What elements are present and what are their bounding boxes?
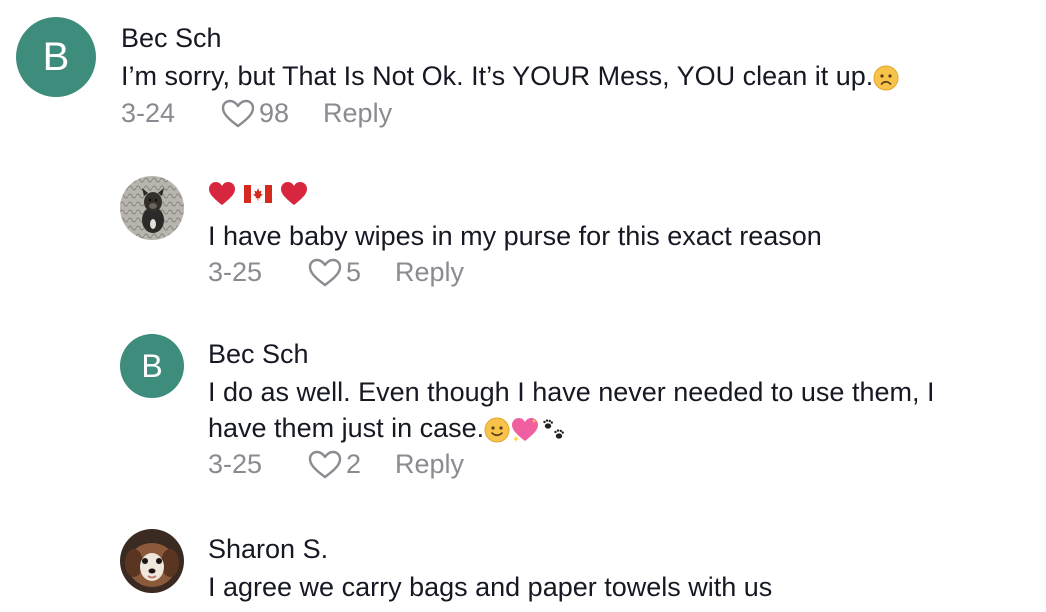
sparkling-heart-icon bbox=[510, 416, 540, 444]
avatar[interactable] bbox=[120, 529, 184, 593]
red-heart-icon bbox=[208, 181, 236, 207]
like-button[interactable]: 2 bbox=[308, 449, 361, 480]
comment-text-line: I do as well. Even though I have never n… bbox=[208, 377, 935, 407]
avatar-letter: B bbox=[42, 34, 70, 79]
avatar[interactable]: B bbox=[16, 17, 96, 97]
comment-text: I have baby wipes in my purse for this e… bbox=[208, 221, 822, 251]
reply-button[interactable]: Reply bbox=[395, 257, 464, 288]
comment-meta: 3-24 98 Reply bbox=[121, 98, 899, 129]
comment-text: I do as well. Even though I have never n… bbox=[208, 374, 934, 446]
comment-body: Bec Sch I’m sorry, but That Is Not Ok. I… bbox=[121, 22, 899, 129]
avatar[interactable] bbox=[120, 176, 184, 240]
comment-text: I agree we carry bags and paper towels w… bbox=[208, 572, 773, 602]
frowning-face-icon bbox=[873, 65, 899, 91]
red-heart-icon bbox=[280, 181, 308, 207]
comment-meta: 3-25 5 Reply bbox=[208, 257, 822, 288]
like-count: 98 bbox=[259, 98, 290, 128]
comment-text-content: have them just in case. bbox=[208, 413, 485, 443]
like-button[interactable]: 98 bbox=[221, 98, 289, 129]
comment-body: Sharon S. I agree we carry bags and pape… bbox=[208, 533, 772, 605]
puppy-photo-icon bbox=[120, 529, 184, 593]
reply-button[interactable]: Reply bbox=[323, 98, 392, 129]
comment-meta: 3-25 2 Reply bbox=[208, 449, 934, 480]
canada-flag-icon bbox=[244, 185, 272, 203]
slightly-smiling-face-icon bbox=[484, 417, 510, 443]
comment-text: I’m sorry, but That Is Not Ok. It’s YOUR… bbox=[121, 58, 899, 94]
comment-body: I have baby wipes in my purse for this e… bbox=[208, 178, 822, 288]
heart-outline-icon bbox=[308, 450, 342, 478]
paw-prints-icon bbox=[540, 417, 568, 443]
comment-username[interactable]: Bec Sch bbox=[208, 338, 934, 370]
comment-date: 3-25 bbox=[208, 257, 263, 287]
avatar[interactable]: B bbox=[120, 334, 184, 398]
comment-body: Bec Sch I do as well. Even though I have… bbox=[208, 338, 934, 480]
comment-date: 3-24 bbox=[121, 98, 176, 128]
avatar-letter: B bbox=[141, 347, 163, 384]
comment-text-content: I’m sorry, but That Is Not Ok. It’s YOUR… bbox=[121, 61, 874, 91]
comment-username[interactable]: Sharon S. bbox=[208, 533, 772, 565]
like-count: 5 bbox=[346, 257, 362, 287]
comment-text-line-2: have them just in case. bbox=[208, 410, 934, 446]
reply-button[interactable]: Reply bbox=[395, 449, 464, 480]
heart-outline-icon bbox=[308, 258, 342, 286]
like-button[interactable]: 5 bbox=[308, 257, 361, 288]
comment-date: 3-25 bbox=[208, 449, 263, 479]
comment-username[interactable]: Bec Sch bbox=[121, 22, 899, 54]
comment-username[interactable] bbox=[208, 178, 822, 210]
dog-photo-icon bbox=[120, 176, 184, 240]
heart-outline-icon bbox=[221, 99, 255, 127]
like-count: 2 bbox=[346, 449, 362, 479]
